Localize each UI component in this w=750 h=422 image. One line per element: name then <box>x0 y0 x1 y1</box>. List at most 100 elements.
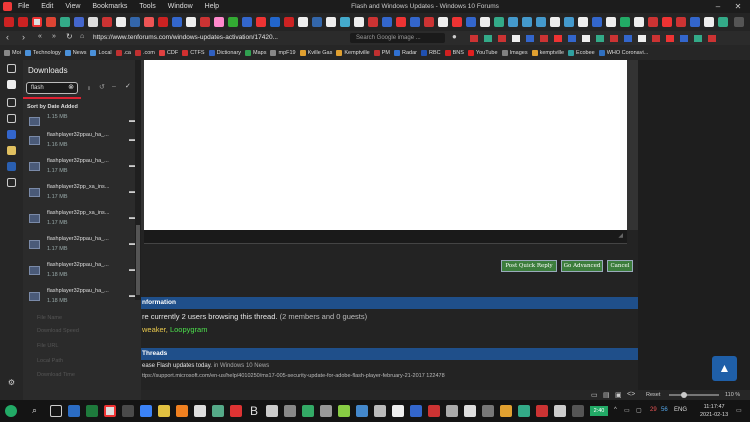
reload-icon[interactable]: ↻ <box>66 32 73 41</box>
tray-number[interactable]: 29 <box>650 407 657 413</box>
tab-icon[interactable] <box>186 17 196 27</box>
excel-icon[interactable] <box>86 405 98 417</box>
tab-icon[interactable] <box>564 17 574 27</box>
tab-icon[interactable] <box>200 17 210 27</box>
back-icon[interactable]: ‹ <box>6 32 9 42</box>
capture-icon[interactable]: ▭ <box>591 391 598 399</box>
bookmark-item[interactable]: News <box>64 49 86 56</box>
user-link[interactable]: Loopygram <box>170 325 208 334</box>
reply-textarea[interactable] <box>144 60 627 230</box>
zoom-slider[interactable] <box>669 394 719 396</box>
extension-icons[interactable] <box>470 35 740 42</box>
tab-icon[interactable] <box>480 17 490 27</box>
app-icon[interactable] <box>572 405 584 417</box>
vlc-icon[interactable] <box>176 405 188 417</box>
app-icon[interactable] <box>392 405 404 417</box>
bookmark-item[interactable]: .com <box>134 49 155 56</box>
menu-edit[interactable]: Edit <box>41 3 53 10</box>
new-tab-icon[interactable] <box>734 17 744 27</box>
tab-icon[interactable] <box>256 17 266 27</box>
tray-icon[interactable]: ▢ <box>636 407 642 414</box>
tray-badge[interactable]: 2:40 <box>590 406 608 416</box>
cancel-button[interactable]: Cancel <box>607 260 633 272</box>
tab-active-icon[interactable] <box>32 17 42 27</box>
app-icon[interactable] <box>212 405 224 417</box>
thread-title[interactable]: ease Flash updates today. <box>142 363 212 369</box>
tab-icon[interactable] <box>298 17 308 27</box>
forward-icon[interactable]: › <box>22 32 25 42</box>
tab-icon[interactable] <box>662 17 672 27</box>
bookmark-item[interactable]: mpF19 <box>270 49 296 56</box>
app-icon[interactable] <box>536 405 548 417</box>
fast-forward-icon[interactable]: » <box>52 33 56 40</box>
tab-icon[interactable] <box>410 17 420 27</box>
history-panel-icon[interactable] <box>7 114 16 123</box>
tab-icon[interactable] <box>326 17 336 27</box>
profile-icon[interactable]: ● <box>452 32 457 41</box>
bookmark-item[interactable]: Local <box>90 49 112 56</box>
tab-icon[interactable] <box>242 17 252 27</box>
url-field[interactable]: https://www.tenforums.com/windows-update… <box>93 33 348 43</box>
thread-url[interactable]: ttps://support.microsoft.com/en-us/help/… <box>142 373 445 379</box>
tab-icon[interactable] <box>424 17 434 27</box>
start-icon[interactable] <box>5 405 17 417</box>
download-item[interactable]: flashplayer32ppau_ha_... 1.18 MB ▬ <box>27 259 139 283</box>
outlook-icon[interactable] <box>68 405 80 417</box>
downloads-filter-input[interactable]: flash ⊗ <box>26 82 78 94</box>
tab-icon[interactable] <box>172 17 182 27</box>
tab-icon[interactable] <box>522 17 532 27</box>
notification-icon[interactable]: ▭ <box>736 407 742 414</box>
tab-icon[interactable] <box>382 17 392 27</box>
clean-icon[interactable]: ✓ <box>125 82 131 90</box>
bookmark-item[interactable]: Images <box>501 49 528 56</box>
go-advanced-button[interactable]: Go Advanced <box>561 260 603 272</box>
app-icon[interactable] <box>428 405 440 417</box>
file-explorer-icon[interactable] <box>158 405 170 417</box>
tab-icon[interactable] <box>88 17 98 27</box>
app-icon[interactable] <box>122 405 134 417</box>
tab-icon[interactable] <box>368 17 378 27</box>
tab-icon[interactable] <box>592 17 602 27</box>
app-icon[interactable] <box>320 405 332 417</box>
task-view-icon[interactable] <box>50 405 62 417</box>
vivaldi-logo-icon[interactable] <box>3 2 12 11</box>
add-panel-icon[interactable] <box>7 178 16 187</box>
app-icon[interactable] <box>194 405 206 417</box>
undo-icon[interactable]: ↺ <box>99 83 105 91</box>
bookmark-panel-icon[interactable] <box>7 64 16 73</box>
bookmark-item[interactable]: Kemptville <box>336 49 370 56</box>
tab-icon[interactable] <box>676 17 686 27</box>
tab-icon[interactable] <box>536 17 546 27</box>
bookmark-item[interactable]: Technology <box>24 49 61 56</box>
search-input[interactable]: Search Google image ... <box>350 33 445 43</box>
language-indicator[interactable]: ENG <box>674 407 687 413</box>
tray-icon[interactable]: ▭ <box>624 407 630 414</box>
close-icon[interactable]: ✕ <box>728 0 748 13</box>
page-actions-icon[interactable]: <> <box>627 391 635 398</box>
settings-gear-icon[interactable]: ⚙ <box>7 378 16 387</box>
app-icon[interactable] <box>302 405 314 417</box>
download-item[interactable]: flashplayer32ppau_ha_... 1.18 MB ▬ <box>27 285 139 309</box>
tray-chevron-icon[interactable]: ^ <box>614 407 617 413</box>
web-panel-icon[interactable] <box>7 162 16 171</box>
tab-icon[interactable] <box>74 17 84 27</box>
b-app-icon[interactable]: B <box>248 405 260 417</box>
tab-icon[interactable] <box>606 17 616 27</box>
taskbar-clock[interactable]: 11:17:47 2021-02-13 <box>700 403 728 419</box>
scroll-to-top-button[interactable]: ▲ <box>712 356 737 381</box>
zoom-slider-thumb[interactable] <box>681 392 687 398</box>
search-icon[interactable]: ⌕ <box>32 405 37 416</box>
bookmark-item[interactable]: BNS <box>444 49 464 56</box>
app-icon[interactable] <box>338 405 350 417</box>
post-quick-reply-button[interactable]: Post Quick Reply <box>501 260 557 272</box>
bookmark-item[interactable]: WHO Coronavi... <box>598 49 648 56</box>
clear-filter-icon[interactable]: ⊗ <box>68 83 74 93</box>
app-icon[interactable] <box>374 405 386 417</box>
bookmark-item[interactable]: Dictionary <box>208 49 241 56</box>
tab-icon[interactable] <box>18 17 28 27</box>
tab-icon[interactable] <box>102 17 112 27</box>
bookmark-item[interactable]: kemptville <box>531 49 564 56</box>
tab-icon[interactable] <box>704 17 714 27</box>
notes-panel-icon[interactable] <box>7 98 16 107</box>
bookmark-item[interactable]: Radar <box>394 49 417 56</box>
